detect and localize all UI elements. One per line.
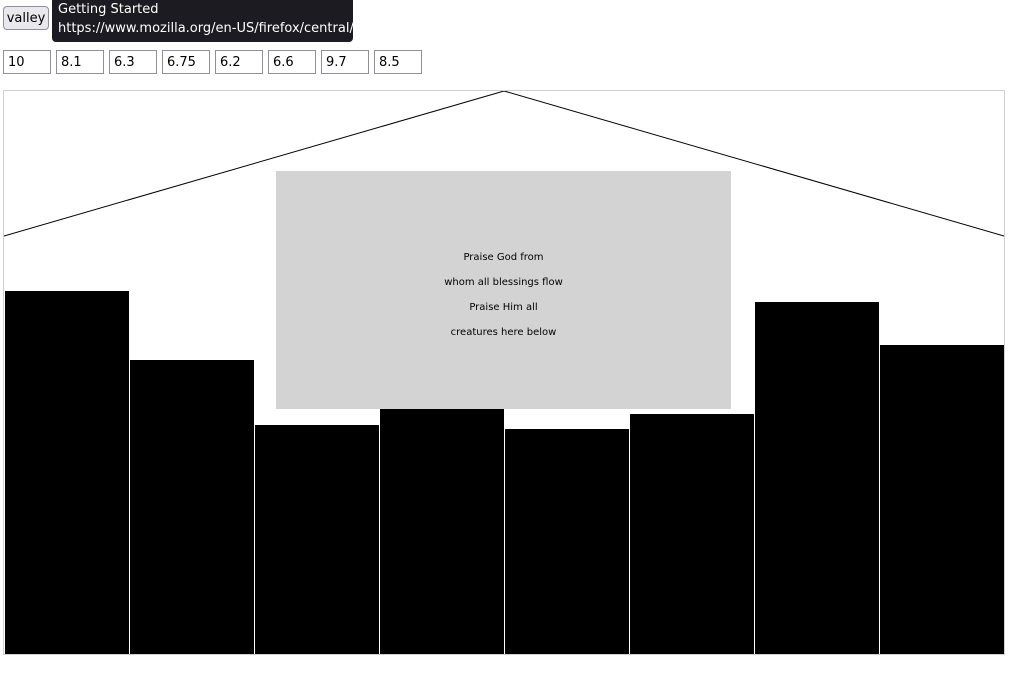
value-input-6[interactable] bbox=[268, 50, 316, 74]
value-input-5[interactable] bbox=[215, 50, 263, 74]
bar-5 bbox=[505, 429, 629, 654]
bar-7 bbox=[755, 302, 879, 654]
value-input-3[interactable] bbox=[109, 50, 157, 74]
bar-3 bbox=[255, 425, 379, 654]
lyrics-line: creatures here below bbox=[450, 327, 557, 338]
lyrics-panel: Praise God from whom all blessings flow … bbox=[276, 171, 731, 409]
bar-6 bbox=[630, 414, 754, 654]
bar-8 bbox=[880, 345, 1004, 654]
link-tooltip: Getting Started https://www.mozilla.org/… bbox=[52, 0, 354, 42]
tooltip-url: https://www.mozilla.org/en-US/firefox/ce… bbox=[58, 21, 354, 36]
value-input-4[interactable] bbox=[162, 50, 210, 74]
bar-chart-stage: Praise God from whom all blessings flow … bbox=[3, 90, 1005, 655]
value-input-1[interactable] bbox=[3, 50, 51, 74]
value-input-8[interactable] bbox=[374, 50, 422, 74]
value-input-7[interactable] bbox=[321, 50, 369, 74]
value-input-2[interactable] bbox=[56, 50, 104, 74]
valley-button[interactable]: valley bbox=[3, 6, 49, 30]
bar-1 bbox=[5, 291, 129, 654]
lyrics-line: whom all blessings flow bbox=[444, 277, 563, 288]
bar-2 bbox=[130, 360, 254, 654]
bar-4 bbox=[380, 409, 504, 654]
lyrics-line: Praise God from bbox=[463, 252, 544, 263]
tooltip-title: Getting Started bbox=[58, 2, 159, 17]
lyrics-line: Praise Him all bbox=[469, 302, 538, 313]
